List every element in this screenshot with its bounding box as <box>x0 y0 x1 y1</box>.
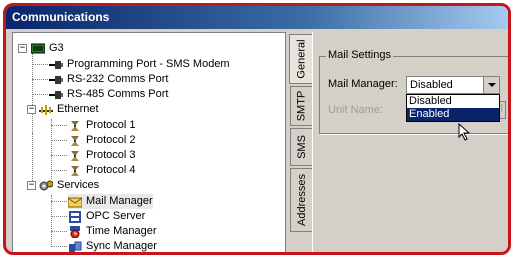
tree-item-label: Programming Port - SMS Modem <box>67 58 230 70</box>
chevron-down-icon[interactable] <box>483 77 499 93</box>
device-icon <box>30 43 46 55</box>
tree-item-label: Sync Manager <box>86 240 157 252</box>
mouse-cursor-icon <box>458 123 471 141</box>
gears-icon <box>39 180 54 192</box>
tab-sms[interactable]: SMS <box>290 128 312 166</box>
sync-icon <box>68 241 82 253</box>
tree-item-label: Services <box>57 179 100 191</box>
mail-manager-dropdown-list[interactable]: Disabled Enabled <box>406 94 500 122</box>
unit-name-label: Unit Name: <box>328 104 384 116</box>
protocol-icon <box>68 150 82 162</box>
protocol-icon <box>68 135 82 147</box>
tree-item-time-manager[interactable]: Time Manager <box>68 224 157 239</box>
tree-item-mail-manager[interactable]: Mail Manager <box>67 194 153 209</box>
opc-icon <box>68 210 82 223</box>
port-plug-icon <box>49 59 63 71</box>
tree-item-label: Protocol 4 <box>86 164 136 176</box>
option-disabled[interactable]: Disabled <box>407 95 499 108</box>
comms-tree[interactable]: − G3 Programming Port - SMS Modem RS-232… <box>12 32 286 253</box>
expand-collapse-toggle[interactable]: − <box>18 44 27 53</box>
tree-item-services[interactable]: Services <box>39 178 99 193</box>
tree-item-sync-manager[interactable]: Sync Manager <box>68 239 157 253</box>
tree-item-label: Protocol 3 <box>86 149 136 161</box>
tree-item-label: Ethernet <box>57 103 99 115</box>
tree-item-rs485-port[interactable]: RS-485 Comms Port <box>49 87 168 102</box>
tree-item-protocol-2[interactable]: Protocol 2 <box>68 133 136 148</box>
tree-item-label: G3 <box>49 42 64 54</box>
general-panel: Mail Settings Mail Manager: Disabled Uni… <box>312 32 508 252</box>
clock-icon <box>68 225 82 238</box>
protocol-icon <box>68 120 82 132</box>
expand-collapse-toggle[interactable]: − <box>27 105 36 114</box>
protocol-icon <box>68 165 82 177</box>
tree-item-label: OPC Server <box>86 210 146 222</box>
tree-item-rs232-port[interactable]: RS-232 Comms Port <box>49 72 168 87</box>
group-legend: Mail Settings <box>326 49 393 61</box>
tree-item-label: Time Manager <box>86 225 157 237</box>
tree-item-label: RS-485 Comms Port <box>67 88 169 100</box>
tree-item-label: Protocol 1 <box>86 119 136 131</box>
tree-item-opc-server[interactable]: OPC Server <box>68 209 145 224</box>
tree-item-label: Protocol 2 <box>86 134 136 146</box>
network-icon <box>39 104 53 116</box>
mail-manager-selected-value: Disabled <box>410 79 453 91</box>
tree-item-protocol-3[interactable]: Protocol 3 <box>68 148 136 163</box>
tree-item-label: Mail Manager <box>86 195 153 207</box>
tree-item-label: RS-232 Comms Port <box>67 73 169 85</box>
tree-item-g3[interactable]: G3 <box>30 41 64 56</box>
window-title: Communications <box>6 6 508 29</box>
vertical-tab-strip: General SMTP SMS Addresses <box>289 32 313 252</box>
mail-icon <box>67 196 83 208</box>
port-plug-icon <box>49 74 63 86</box>
tab-general[interactable]: General <box>289 34 313 84</box>
communications-window: Communications − G3 Programming Port - S… <box>3 3 511 255</box>
mail-settings-group: Mail Settings Mail Manager: Disabled Uni… <box>319 49 508 141</box>
expand-collapse-toggle[interactable]: − <box>27 181 36 190</box>
mail-manager-select[interactable]: Disabled <box>406 76 500 94</box>
tree-item-protocol-4[interactable]: Protocol 4 <box>68 163 136 178</box>
mail-manager-label: Mail Manager: <box>328 78 398 90</box>
tree-item-ethernet[interactable]: Ethernet <box>39 102 99 117</box>
tree-item-protocol-1[interactable]: Protocol 1 <box>68 118 136 133</box>
port-plug-icon <box>49 89 63 101</box>
tab-smtp[interactable]: SMTP <box>290 86 312 126</box>
option-enabled[interactable]: Enabled <box>407 108 499 121</box>
tab-addresses[interactable]: Addresses <box>290 168 312 232</box>
tree-item-programming-port[interactable]: Programming Port - SMS Modem <box>49 57 230 72</box>
